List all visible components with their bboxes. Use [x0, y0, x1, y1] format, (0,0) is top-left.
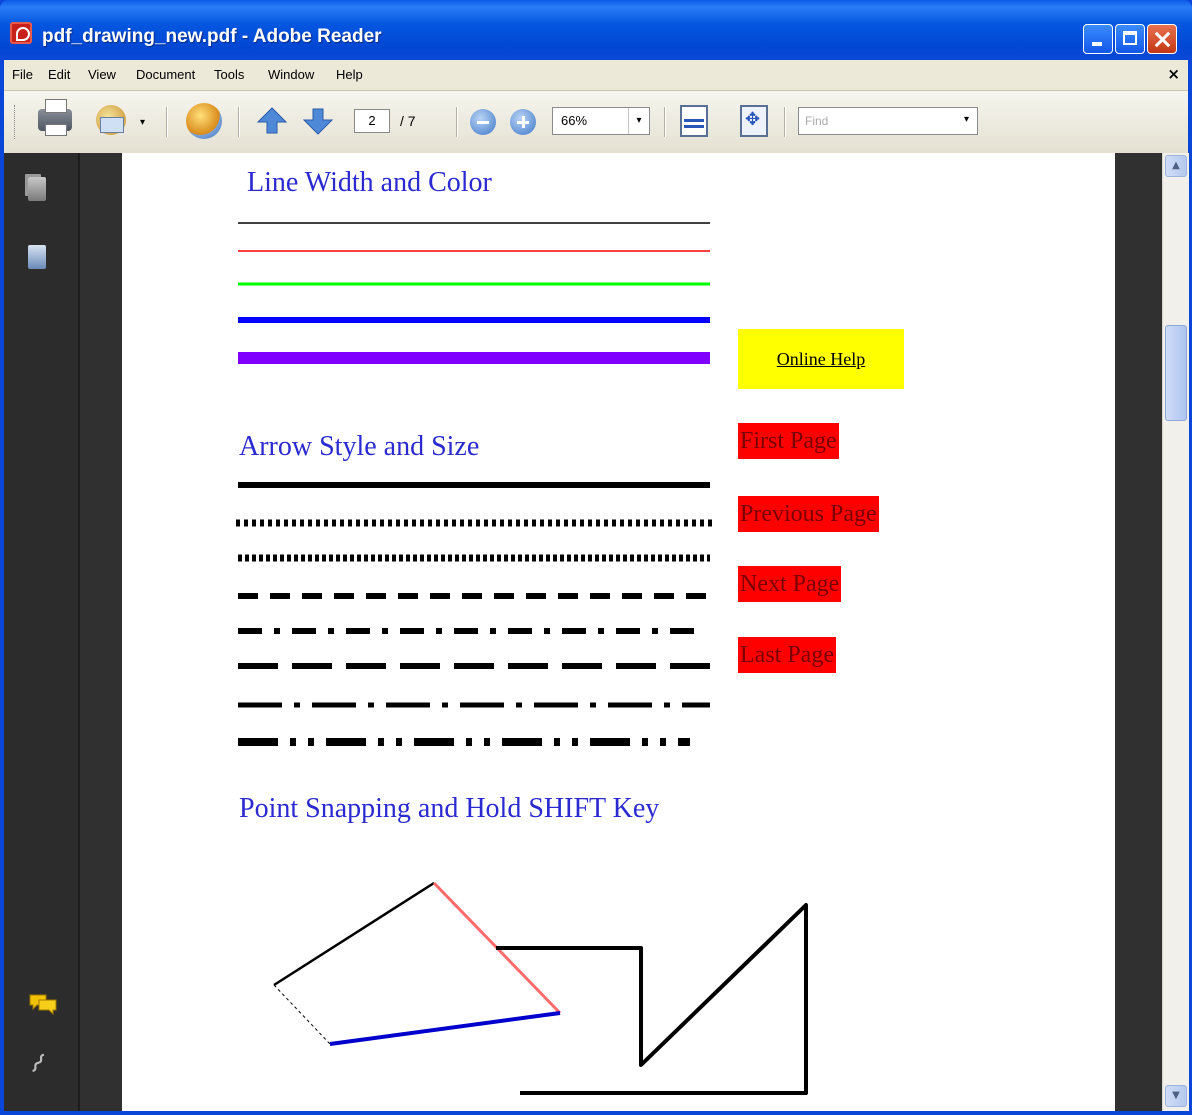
- scroll-thumb[interactable]: [1165, 325, 1187, 421]
- menu-window[interactable]: Window: [268, 67, 314, 82]
- close-button[interactable]: [1147, 24, 1177, 54]
- menu-edit[interactable]: Edit: [48, 67, 70, 82]
- email-icon[interactable]: [96, 105, 126, 135]
- snap-line-black: [273, 881, 435, 987]
- close-document-icon[interactable]: ×: [1167, 65, 1180, 83]
- menu-file[interactable]: File: [12, 67, 33, 82]
- toolbar-separator: [456, 107, 457, 137]
- maximize-button[interactable]: [1115, 24, 1145, 54]
- page-total: / 7: [400, 113, 416, 129]
- find-dropdown-icon[interactable]: ▾: [964, 114, 969, 125]
- heading-arrow-style: Arrow Style and Size: [239, 431, 480, 462]
- toolbar-separator: [784, 107, 785, 137]
- document-area: ⌇ Line Width and Color Arrow Style and S…: [4, 153, 1189, 1111]
- menu-document[interactable]: Document: [136, 67, 195, 82]
- collaborate-icon[interactable]: [186, 103, 222, 139]
- zoom-dropdown-icon[interactable]: ▾: [628, 108, 649, 134]
- drawing-canvas: [236, 222, 808, 1095]
- heading-point-snapping: Point Snapping and Hold SHIFT Key: [239, 793, 660, 824]
- comments-icon[interactable]: [28, 993, 58, 1015]
- scroll-down-button[interactable]: ▼: [1165, 1085, 1187, 1107]
- first-page-button[interactable]: First Page: [738, 423, 839, 459]
- fit-page-icon[interactable]: [740, 105, 768, 137]
- snap-polyline: [496, 903, 808, 1095]
- window-title: pdf_drawing_new.pdf - Adobe Reader: [42, 26, 382, 47]
- scroll-up-button[interactable]: ▲: [1165, 155, 1187, 177]
- menu-help[interactable]: Help: [336, 67, 363, 82]
- zoom-out-icon[interactable]: [470, 109, 496, 135]
- last-page-button[interactable]: Last Page: [738, 637, 836, 673]
- menu-view[interactable]: View: [88, 67, 116, 82]
- title-bar[interactable]: pdf_drawing_new.pdf - Adobe Reader: [0, 0, 1192, 60]
- vertical-scrollbar[interactable]: ▲ ▼: [1162, 153, 1189, 1111]
- find-input[interactable]: [798, 107, 978, 135]
- page-number-input[interactable]: 2: [354, 109, 390, 133]
- pages-panel-icon[interactable]: [28, 177, 46, 201]
- minimize-button[interactable]: [1083, 24, 1113, 54]
- next-page-icon[interactable]: [302, 105, 334, 137]
- app-window: pdf_drawing_new.pdf - Adobe Reader File …: [0, 0, 1192, 1115]
- previous-page-button[interactable]: Previous Page: [738, 496, 879, 532]
- adobe-reader-icon[interactable]: [10, 22, 32, 44]
- fit-width-icon[interactable]: [680, 105, 708, 137]
- next-page-button[interactable]: Next Page: [738, 566, 842, 602]
- email-dropdown-icon[interactable]: ▾: [140, 117, 145, 128]
- print-icon[interactable]: [38, 99, 72, 136]
- zoom-in-icon[interactable]: [510, 109, 536, 135]
- toolbar: ▾ 2 / 7 66% ▾ ▾: [4, 91, 1188, 154]
- navigation-panel: ⌇: [4, 153, 80, 1111]
- bookmarks-panel-icon[interactable]: [28, 245, 46, 269]
- menu-bar: File Edit View Document Tools Window Hel…: [4, 60, 1188, 91]
- toolbar-separator: [238, 107, 239, 137]
- snap-line-blue: [329, 1011, 561, 1046]
- toolbar-separator: [166, 107, 167, 137]
- pdf-page: Line Width and Color Arrow Style and Siz…: [122, 153, 1115, 1111]
- menu-tools[interactable]: Tools: [214, 67, 244, 82]
- toolbar-separator: [664, 107, 665, 137]
- snap-line-dotted: [273, 984, 331, 1045]
- attachment-icon[interactable]: ⌇: [23, 1048, 58, 1085]
- toolbar-grip[interactable]: [14, 105, 18, 139]
- previous-page-icon[interactable]: [256, 105, 288, 137]
- online-help-link[interactable]: Online Help: [738, 329, 904, 389]
